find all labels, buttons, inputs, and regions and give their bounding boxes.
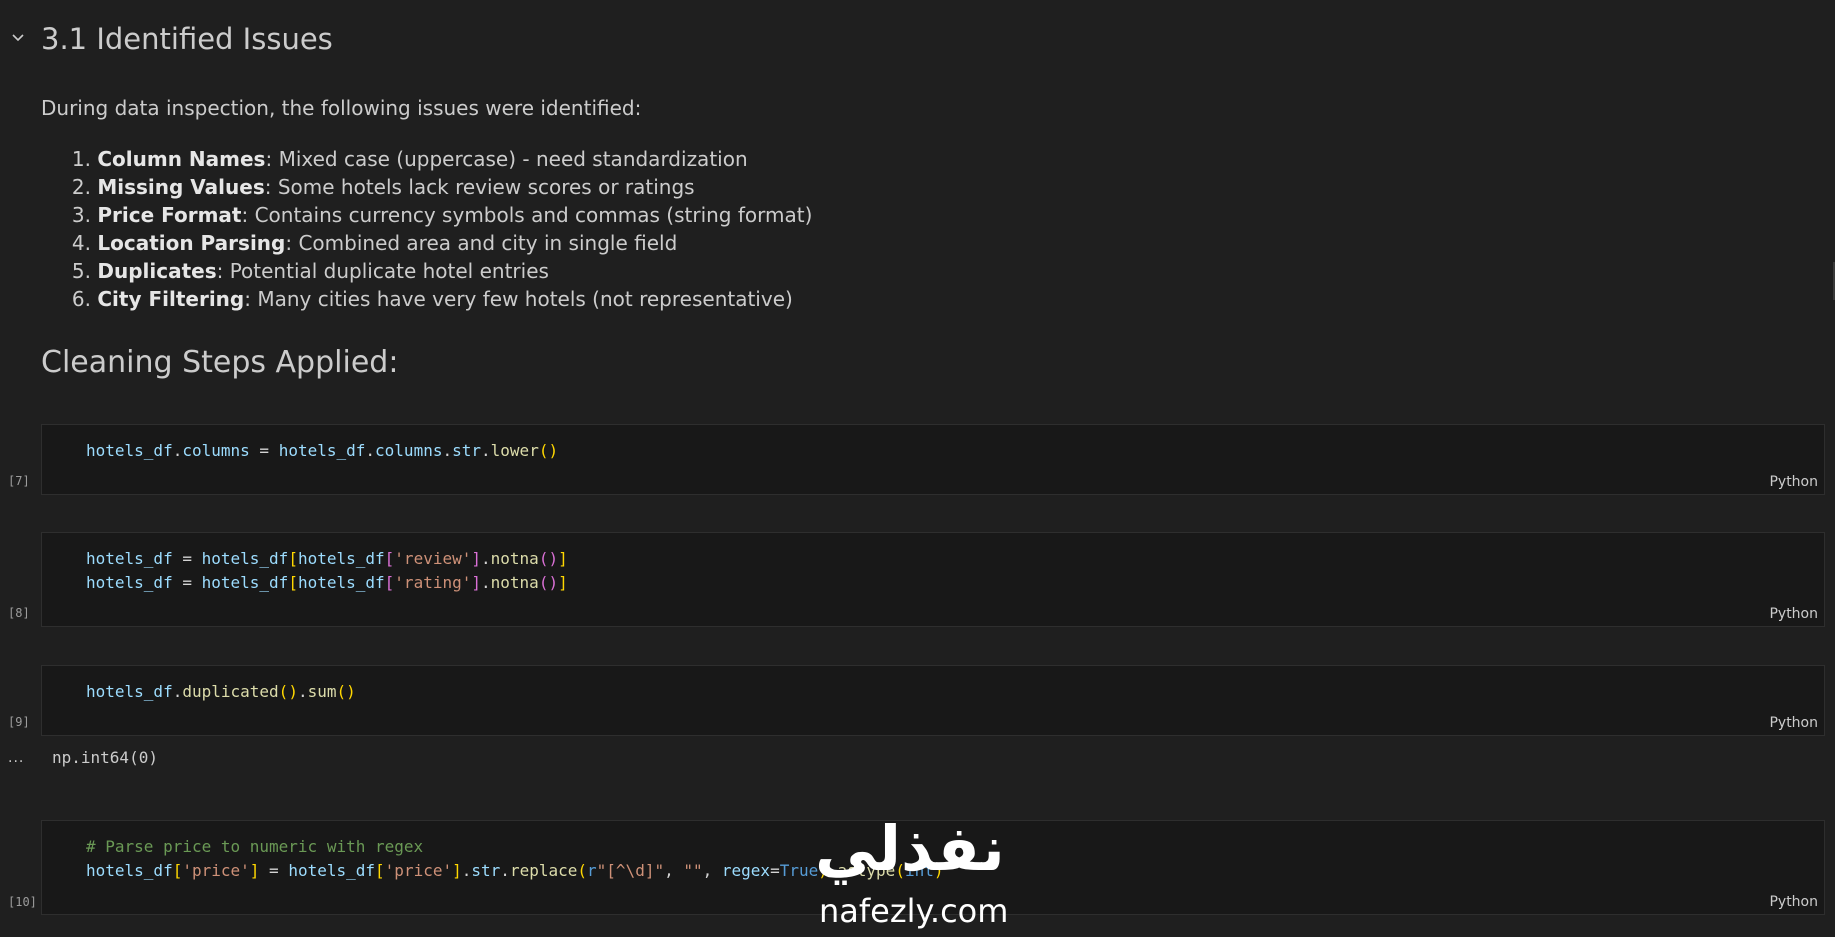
list-item: 4. Location Parsing: Combined area and c…: [71, 231, 678, 255]
issues-list: 1. Column Names: Mixed case (uppercase) …: [41, 145, 812, 313]
code-editor[interactable]: hotels_df = hotels_df[hotels_df['review'…: [86, 547, 568, 595]
list-item: 3. Price Format: Contains currency symbo…: [71, 203, 813, 227]
code-cell[interactable]: hotels_df.duplicated().sum() Python: [41, 665, 1825, 736]
watermark-arabic-text: نفذلي: [815, 812, 1005, 885]
subheading: Cleaning Steps Applied:: [41, 345, 399, 380]
cell-output: np.int64(0): [52, 748, 158, 767]
section-heading: 3.1 Identified Issues: [41, 22, 333, 56]
execution-count: [9]: [8, 715, 30, 729]
code-editor[interactable]: hotels_df.duplicated().sum(): [86, 680, 356, 704]
language-label[interactable]: Python: [1769, 715, 1818, 731]
watermark-logo: نفذلي nafezly.com: [815, 812, 1025, 937]
collapse-chevron-icon[interactable]: [10, 30, 26, 46]
code-editor[interactable]: hotels_df.columns = hotels_df.columns.st…: [86, 439, 558, 463]
list-item: 6. City Filtering: Many cities have very…: [71, 287, 793, 311]
list-item: 1. Column Names: Mixed case (uppercase) …: [71, 147, 748, 171]
language-label[interactable]: Python: [1769, 606, 1818, 622]
list-item: 5. Duplicates: Potential duplicate hotel…: [71, 259, 549, 283]
language-label[interactable]: Python: [1769, 474, 1818, 490]
output-menu-icon[interactable]: ...: [8, 750, 24, 766]
language-label[interactable]: Python: [1769, 894, 1818, 910]
code-cell[interactable]: hotels_df.columns = hotels_df.columns.st…: [41, 424, 1825, 495]
watermark-url: nafezly.com: [819, 892, 1009, 930]
execution-count: [8]: [8, 606, 30, 620]
execution-count: [7]: [8, 474, 30, 488]
execution-count: [10]: [8, 895, 37, 909]
list-item: 2. Missing Values: Some hotels lack revi…: [71, 175, 695, 199]
intro-text: During data inspection, the following is…: [41, 96, 642, 120]
code-cell[interactable]: hotels_df = hotels_df[hotels_df['review'…: [41, 532, 1825, 627]
